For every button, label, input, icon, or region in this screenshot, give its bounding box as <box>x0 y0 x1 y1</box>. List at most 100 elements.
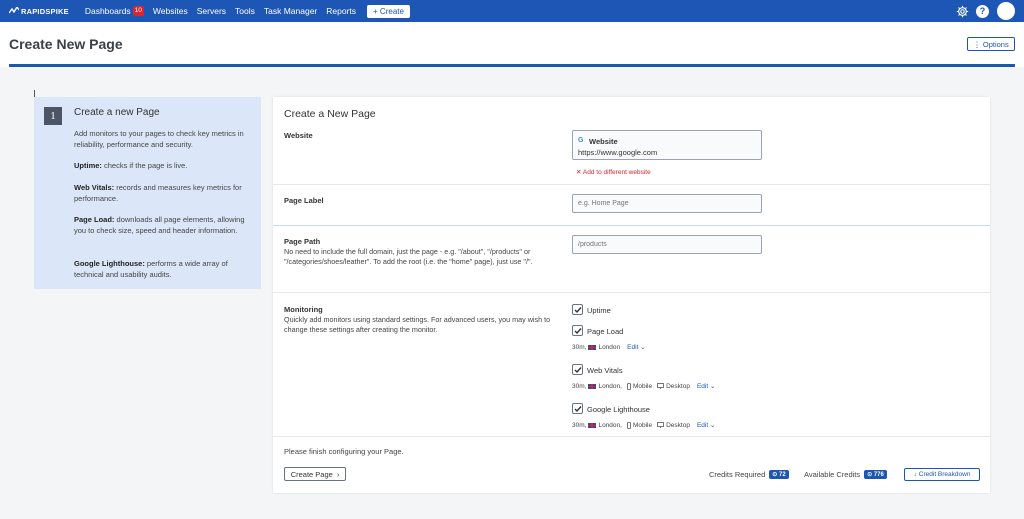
web-vitals-device-mobile: Mobile <box>632 382 653 390</box>
nav-reports[interactable]: Reports <box>326 6 356 16</box>
desktop-icon <box>657 383 665 389</box>
step-number: 1 <box>44 107 62 125</box>
page-path-label: Page Path <box>284 237 321 246</box>
monitoring-description: Quickly add monitors using standard sett… <box>284 315 551 334</box>
main-nav: Dashboards 10 Websites Servers Tools Tas… <box>85 4 410 18</box>
logo-text: RAPIDSPIKE <box>21 6 69 16</box>
edit-label: Edit <box>696 383 709 390</box>
checkmark-icon <box>574 327 582 334</box>
uk-flag-icon <box>588 383 597 389</box>
top-right-actions: ? <box>956 2 1015 20</box>
checkmark-icon <box>574 306 582 313</box>
website-selector[interactable]: G Website https://www.google.com <box>572 130 762 160</box>
step-intro: Add monitors to your pages to check key … <box>74 129 244 149</box>
divider <box>273 184 990 185</box>
gear-icon[interactable] <box>956 5 969 18</box>
create-button[interactable]: + Create <box>367 4 410 18</box>
feature-web-vitals-name: Web Vitals: <box>74 183 115 192</box>
uk-flag-icon <box>588 422 597 428</box>
available-credits: Available Credits ⊙ 776 <box>804 470 887 479</box>
monitoring-label: Monitoring <box>284 305 323 314</box>
page-header: Create New Page ⋮ Options <box>0 22 1024 67</box>
dashboards-count-badge: 10 <box>132 6 144 16</box>
lighthouse-device-mobile: Mobile <box>632 421 653 429</box>
chevron-down-icon: ⌄ <box>709 383 716 390</box>
nav-websites[interactable]: Websites <box>153 6 188 16</box>
credits-required-badge: ⊙ 72 <box>769 470 789 479</box>
available-credits-value: 776 <box>873 472 884 478</box>
website-url: https://www.google.com <box>578 148 658 157</box>
available-credits-badge: ⊙ 776 <box>864 470 887 479</box>
lighthouse-checkbox[interactable] <box>572 403 583 414</box>
credits-required: Credits Required ⊙ 72 <box>709 470 789 479</box>
lighthouse-edit-link[interactable]: Edit ⌄ <box>697 421 715 429</box>
create-page-form: Create a New Page Website G Website http… <box>273 97 990 493</box>
uk-flag-icon <box>588 344 597 350</box>
website-label: Website <box>284 131 313 140</box>
page-load-checkbox[interactable] <box>572 325 583 336</box>
divider <box>273 292 990 293</box>
page-label-input[interactable] <box>572 194 762 213</box>
uptime-checkbox[interactable] <box>572 304 583 315</box>
feature-uptime: Uptime: checks if the page is live. <box>74 160 254 171</box>
google-icon: G <box>578 137 584 144</box>
rapidspike-logo[interactable]: RAPIDSPIKE <box>9 7 69 16</box>
help-icon[interactable]: ? <box>976 4 989 18</box>
feature-lighthouse: Google Lighthouse: performs a wide array… <box>74 258 254 280</box>
nav-task-manager[interactable]: Task Manager <box>264 6 317 16</box>
uptime-label: Uptime <box>587 306 611 315</box>
lighthouse-interval: 30m, <box>572 421 587 429</box>
web-vitals-location: London, <box>598 382 622 390</box>
feature-page-load: Page Load: downloads all page elements, … <box>74 214 254 236</box>
page-load-interval: 30m, <box>572 343 587 351</box>
form-title: Create a New Page <box>284 108 376 120</box>
create-page-button[interactable]: Create Page › <box>284 467 346 481</box>
edit-label: Edit <box>627 344 639 351</box>
logo-icon <box>9 7 19 14</box>
web-vitals-settings: 30m, London, Mobile Desktop Edit ⌄ <box>572 382 715 391</box>
add-to-different-website-link[interactable]: ✕ Add to different website <box>576 168 651 176</box>
divider <box>273 225 990 226</box>
available-credits-label: Available Credits <box>804 470 861 479</box>
mobile-icon <box>627 421 631 429</box>
lighthouse-location: London, <box>598 421 622 429</box>
web-vitals-interval: 30m, <box>572 382 587 390</box>
chevron-down-icon: ⌄ <box>709 422 716 429</box>
options-button[interactable]: ⋮ Options <box>967 37 1015 51</box>
credits-required-value: 72 <box>778 472 786 478</box>
page-load-settings: 30m, London Edit ⌄ <box>572 343 646 352</box>
desktop-icon <box>657 422 665 428</box>
nav-dashboards-label: Dashboards <box>84 6 131 16</box>
checkmark-icon <box>574 366 582 373</box>
nav-dashboards[interactable]: Dashboards 10 <box>85 6 144 16</box>
finish-message: Please finish configuring your Page. <box>284 447 404 456</box>
step-title: Create a new Page <box>74 107 160 118</box>
page-path-input[interactable] <box>572 235 762 254</box>
header-divider <box>9 64 1015 67</box>
nav-tools[interactable]: Tools <box>235 6 255 16</box>
user-avatar[interactable] <box>997 2 1015 20</box>
feature-uptime-text: checks if the page is live. <box>101 161 188 170</box>
web-vitals-checkbox[interactable] <box>572 364 583 375</box>
lighthouse-settings: 30m, London, Mobile Desktop Edit ⌄ <box>572 421 715 430</box>
add-different-label: Add to different website <box>582 169 651 176</box>
page-path-description: No need to include the full domain, just… <box>284 247 533 266</box>
mobile-icon <box>627 382 631 390</box>
lighthouse-label: Google Lighthouse <box>587 405 650 414</box>
feature-lighthouse-name: Google Lighthouse: <box>74 259 145 268</box>
web-vitals-device-desktop: Desktop <box>666 382 690 390</box>
top-navbar: RAPIDSPIKE Dashboards 10 Websites Server… <box>0 0 1024 22</box>
edit-label: Edit <box>696 422 709 429</box>
chevron-down-icon: ⌄ <box>640 344 646 351</box>
feature-uptime-name: Uptime: <box>74 161 102 170</box>
checkmark-icon <box>574 405 582 412</box>
lighthouse-device-desktop: Desktop <box>666 421 690 429</box>
nav-servers[interactable]: Servers <box>197 6 226 16</box>
feature-web-vitals: Web Vitals: records and measures key met… <box>74 182 254 204</box>
page-label-label: Page Label <box>284 196 324 205</box>
web-vitals-edit-link[interactable]: Edit ⌄ <box>697 382 715 390</box>
page-title: Create New Page <box>9 36 123 52</box>
page-load-edit-link[interactable]: Edit ⌄ <box>627 343 645 351</box>
credit-breakdown-button[interactable]: ↓ Credit Breakdown <box>904 468 980 481</box>
arrow-down-icon: ↓ <box>913 471 917 478</box>
